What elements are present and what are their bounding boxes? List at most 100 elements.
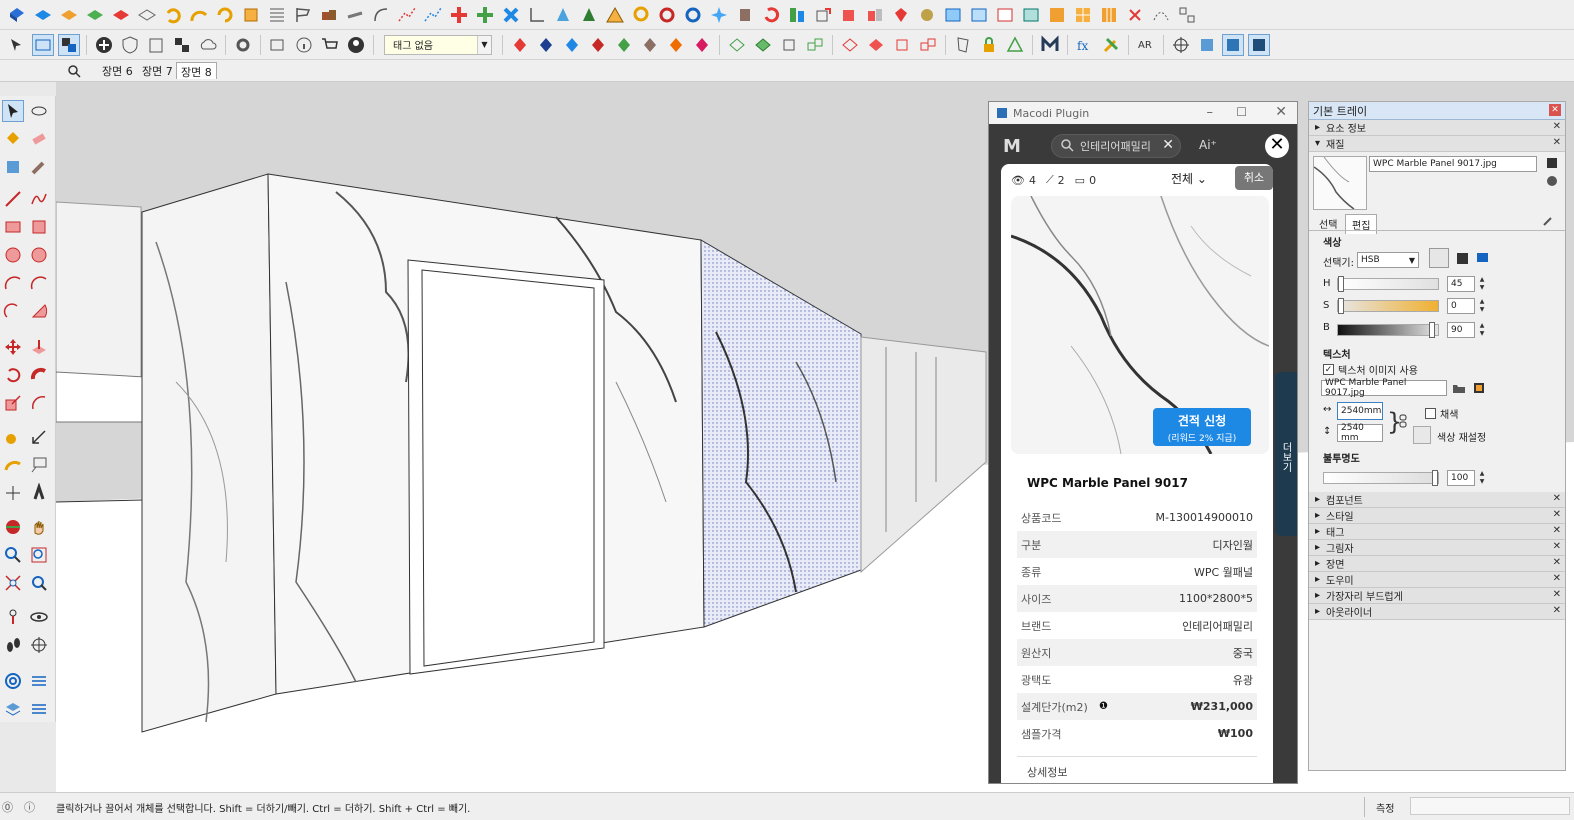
component-tool-icon[interactable] — [2, 156, 24, 178]
freehand-tool-icon[interactable] — [28, 188, 50, 210]
layer-blue-icon[interactable] — [32, 4, 54, 26]
axis-f-icon[interactable] — [691, 34, 713, 56]
arc2-tool-icon[interactable] — [28, 272, 50, 294]
section-close-icon[interactable]: ✕ — [1553, 573, 1561, 584]
tray-close-icon[interactable]: ✕ — [1549, 104, 1561, 116]
line-tool-icon[interactable] — [2, 188, 24, 210]
circle-tool-icon[interactable] — [2, 244, 24, 266]
undo-icon[interactable] — [162, 4, 184, 26]
layer-orange-icon[interactable] — [58, 4, 80, 26]
polygon-tool-icon[interactable] — [28, 244, 50, 266]
zoom-window-icon[interactable] — [28, 544, 50, 566]
hue-slider[interactable] — [1337, 276, 1439, 292]
axis-v-icon[interactable] — [613, 34, 635, 56]
previous-view-icon[interactable] — [28, 572, 50, 594]
pencil-tool-icon[interactable] — [28, 156, 50, 178]
protractor-icon[interactable] — [2, 454, 24, 476]
cloud-icon[interactable] — [197, 34, 219, 56]
s-value-field[interactable]: 0 — [1447, 298, 1475, 314]
select-icon[interactable] — [6, 34, 28, 56]
component-icon[interactable] — [58, 33, 80, 56]
texture-file-field[interactable]: WPC Marble Panel 9017.jpg — [1321, 378, 1447, 398]
axis-j-icon[interactable] — [561, 34, 583, 56]
tray-panel-5[interactable]: ▸ 도우미 ✕ — [1309, 572, 1565, 588]
saturation-slider[interactable] — [1337, 298, 1439, 314]
opacity-slider[interactable] — [1323, 470, 1439, 486]
axis-n-icon[interactable] — [639, 34, 661, 56]
pushpull-tool-icon[interactable] — [28, 336, 50, 358]
grid-blue-2-icon[interactable] — [968, 4, 990, 26]
shape-icon[interactable] — [952, 34, 974, 56]
grid-orange-2-icon[interactable] — [1072, 4, 1094, 26]
building-icon[interactable] — [145, 34, 167, 56]
function-icon[interactable]: fx — [1074, 34, 1096, 56]
price-info-icon[interactable]: ❶ — [1099, 701, 1108, 712]
measurement-input[interactable] — [1410, 797, 1570, 815]
axis-blue-icon[interactable] — [535, 34, 557, 56]
tag-select[interactable]: 태그 없음 ▼ — [384, 34, 492, 55]
section-close-icon[interactable]: ✕ — [1553, 121, 1561, 132]
rotate-tool-icon[interactable] — [2, 364, 24, 386]
cube-split-icon[interactable] — [864, 4, 886, 26]
tray-panel-2[interactable]: ▸ 태그 ✕ — [1309, 524, 1565, 540]
opacity-value-field[interactable]: 100 — [1447, 470, 1475, 486]
tab-edit[interactable]: 편집 — [1345, 214, 1378, 234]
position-camera-icon[interactable] — [2, 606, 24, 628]
window-icon[interactable] — [267, 34, 289, 56]
x-dots-icon[interactable] — [1124, 4, 1146, 26]
axes-tool-icon[interactable] — [2, 482, 24, 504]
cube-arrow-icon[interactable] — [812, 4, 834, 26]
ai-button[interactable]: Ai⁺ — [1199, 138, 1217, 152]
cross-green-icon[interactable] — [474, 4, 496, 26]
axis-red-icon[interactable] — [509, 34, 531, 56]
b-value-field[interactable]: 90 — [1447, 322, 1475, 338]
pan-hand-icon[interactable] — [28, 516, 50, 538]
cube-blue-icon[interactable] — [1196, 34, 1218, 56]
spiral-icon[interactable] — [214, 4, 236, 26]
eyedropper-icon[interactable] — [1541, 214, 1555, 228]
face-red-icon[interactable] — [865, 34, 887, 56]
face-outline-icon[interactable] — [726, 34, 748, 56]
tape-measure-icon[interactable] — [2, 426, 24, 448]
grid-blue-icon[interactable] — [942, 4, 964, 26]
link-icon[interactable] — [344, 4, 366, 26]
cubes-red-icon[interactable] — [917, 34, 939, 56]
checker-icon[interactable] — [171, 34, 193, 56]
hue-slider-thumb[interactable] — [1338, 276, 1344, 292]
h-value-field[interactable]: 45 — [1447, 276, 1475, 292]
section-close-icon[interactable]: ✕ — [1553, 525, 1561, 536]
s-spinner[interactable]: ▲ ▼ — [1477, 298, 1487, 314]
info-icon[interactable] — [293, 34, 315, 56]
cross-blue-icon[interactable] — [500, 4, 522, 26]
maximize-icon[interactable]: ☐ — [1236, 105, 1247, 119]
star-icon[interactable] — [708, 4, 730, 26]
eraser-icon[interactable] — [28, 128, 50, 150]
sandbox-icon[interactable] — [2, 670, 24, 692]
cube-outline-icon[interactable] — [778, 34, 800, 56]
pie-tool-icon[interactable] — [28, 300, 50, 322]
look-around-icon[interactable] — [28, 606, 50, 628]
section-close-icon[interactable]: ✕ — [1553, 493, 1561, 504]
cross-red-icon[interactable] — [448, 4, 470, 26]
layout-icon[interactable] — [1176, 4, 1198, 26]
search-icon[interactable] — [66, 63, 82, 79]
layers-icon[interactable] — [2, 698, 24, 720]
tray-panel-6[interactable]: ▸ 가장자리 부드럽게 ✕ — [1309, 588, 1565, 604]
material-create-icon[interactable] — [1545, 156, 1559, 170]
section-close-icon[interactable]: ✕ — [1553, 605, 1561, 616]
opacity-slider-thumb[interactable] — [1432, 470, 1438, 486]
select-tool-icon[interactable] — [2, 100, 24, 122]
cone-2-icon[interactable] — [578, 4, 600, 26]
layer-outline-icon[interactable] — [136, 4, 158, 26]
texture-width-field[interactable]: 2540mm — [1337, 402, 1383, 420]
rectangle-tool-icon[interactable] — [2, 216, 24, 238]
quote-request-button[interactable]: 견적 신청 (리워드 2% 지급) — [1153, 408, 1251, 446]
cube-blue-3-icon[interactable] — [1248, 33, 1270, 56]
grid-orange-icon[interactable] — [1046, 4, 1068, 26]
section-close-icon[interactable]: ✕ — [1553, 137, 1561, 148]
loop-3-icon[interactable] — [682, 4, 704, 26]
tools-icon[interactable] — [1100, 34, 1122, 56]
zoom-extents-icon[interactable] — [2, 572, 24, 594]
match-color-icon[interactable] — [1455, 250, 1471, 266]
entity-info-section[interactable]: ▸ 요소 정보 ✕ — [1309, 120, 1565, 136]
